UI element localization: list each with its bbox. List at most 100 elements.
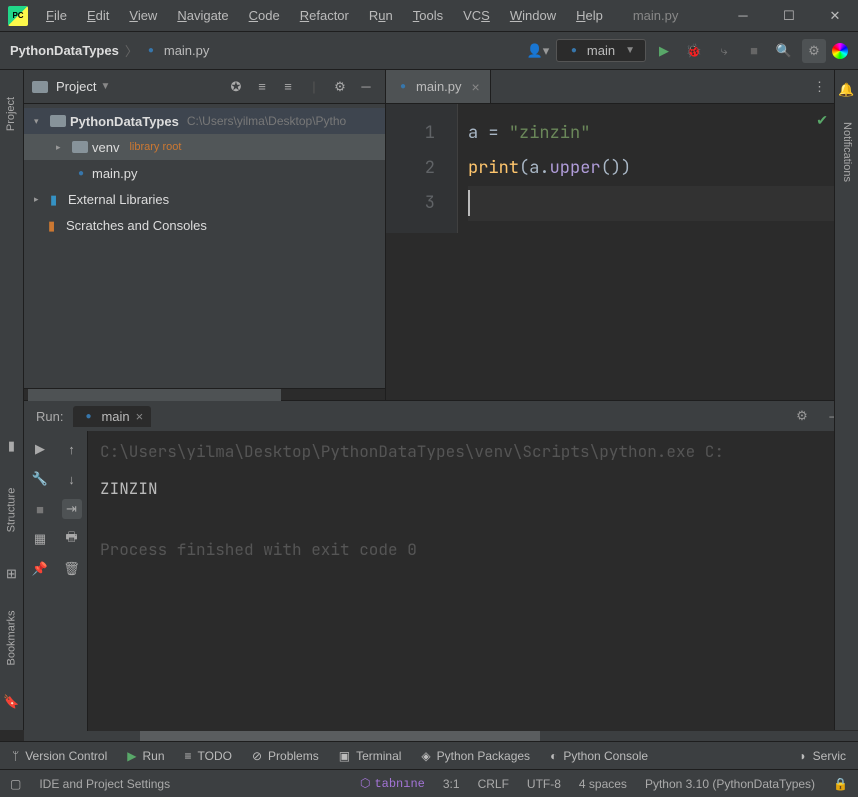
tab-services[interactable]: ◗Servic <box>799 749 846 763</box>
file-encoding[interactable]: UTF-8 <box>527 777 561 791</box>
trash-icon[interactable]: 🗑 <box>62 559 82 579</box>
expand-arrow-icon[interactable]: ▸ <box>34 194 46 205</box>
rerun-button[interactable]: ▶ <box>30 439 50 459</box>
chevron-down-icon[interactable]: ▼ <box>100 81 110 92</box>
python-icon: ◐ <box>550 749 557 763</box>
line-number[interactable]: 2 <box>386 151 435 186</box>
code-body[interactable]: a = "zinzin" print(a.upper()) <box>458 104 834 233</box>
tree-file-main[interactable]: main.py <box>24 160 385 186</box>
expand-arrow-icon[interactable]: ▸ <box>56 142 68 153</box>
soft-wrap-icon[interactable]: ⇥ <box>62 499 82 519</box>
run-button[interactable]: ▶ <box>652 39 676 63</box>
expand-arrow-icon[interactable]: ▾ <box>34 116 46 127</box>
menu-tools[interactable]: Tools <box>403 2 453 29</box>
close-tab-icon[interactable]: × <box>472 79 480 95</box>
tab-version-control[interactable]: ᛘVersion Control <box>12 749 107 763</box>
menu-code[interactable]: Code <box>239 2 290 29</box>
tab-python-console[interactable]: ◐Python Console <box>550 749 648 763</box>
settings-button[interactable]: ⚙ <box>802 39 826 63</box>
run-scrollbar[interactable] <box>24 731 858 741</box>
breadcrumb-file[interactable]: main.py <box>164 43 210 58</box>
scratch-icon <box>48 218 62 232</box>
pane-settings-button[interactable]: ⚙ <box>329 76 351 98</box>
run-settings-button[interactable]: ⚙ <box>790 404 814 428</box>
run-config-selector[interactable]: main ▼ <box>556 39 646 62</box>
tab-run[interactable]: ▶Run <box>127 749 164 763</box>
breadcrumb-project[interactable]: PythonDataTypes <box>10 43 119 58</box>
menu-navigate[interactable]: Navigate <box>167 2 238 29</box>
run-header: Run: main × ⚙ ─ <box>24 401 858 431</box>
code-with-me-icon[interactable] <box>832 43 848 59</box>
menu-view[interactable]: View <box>119 2 167 29</box>
folder-icon <box>72 141 88 153</box>
run-tab[interactable]: main × <box>73 406 151 427</box>
pane-title[interactable]: Project <box>56 79 96 94</box>
play-icon: ▶ <box>127 749 136 763</box>
stop-button[interactable]: ■ <box>742 39 766 63</box>
inspection-ok-icon[interactable]: ✔ <box>816 112 828 130</box>
tree-root[interactable]: ▾ PythonDataTypes C:\Users\yilma\Desktop… <box>24 108 385 134</box>
line-number[interactable]: 1 <box>386 116 435 151</box>
tab-python-packages[interactable]: ◈Python Packages <box>421 749 530 763</box>
hide-pane-button[interactable]: ─ <box>355 76 377 98</box>
notifications-icon[interactable]: 🔔 <box>838 82 854 98</box>
select-opened-file-button[interactable]: ✪ <box>225 76 247 98</box>
line-separator[interactable]: CRLF <box>478 777 509 791</box>
lock-icon[interactable]: 🔒 <box>833 777 848 791</box>
structure-tool-icon[interactable]: ⊞ <box>6 566 17 582</box>
tool-tab-notifications[interactable]: Notifications <box>841 122 853 182</box>
terminal-icon: ▣ <box>339 749 350 763</box>
user-dropdown-icon[interactable]: 👤▾ <box>526 39 550 63</box>
pin-icon[interactable]: 📌 <box>30 559 50 579</box>
python-icon <box>567 44 581 58</box>
close-icon[interactable]: × <box>136 409 144 424</box>
down-arrow-icon[interactable]: ↓ <box>62 469 82 489</box>
up-arrow-icon[interactable]: ↑ <box>62 439 82 459</box>
menu-file[interactable]: File <box>36 2 77 29</box>
menu-window[interactable]: Window <box>500 2 566 29</box>
wrench-icon[interactable]: 🔧 <box>30 469 50 489</box>
collapse-all-button[interactable]: ≡ <box>277 76 299 98</box>
minimize-button[interactable]: ─ <box>720 0 766 32</box>
menu-vcs[interactable]: VCS <box>453 2 500 29</box>
indent-widget[interactable]: 4 spaces <box>579 777 627 791</box>
interpreter-widget[interactable]: Python 3.10 (PythonDataTypes) <box>645 777 815 791</box>
stop-run-button[interactable]: ■ <box>30 499 50 519</box>
close-button[interactable]: ✕ <box>812 0 858 32</box>
print-icon[interactable]: 🖶 <box>62 529 82 549</box>
expand-all-button[interactable]: ≡ <box>251 76 273 98</box>
code-editor[interactable]: ✔ 1 2 3 a = "zinzin" print(a.upper()) <box>386 104 834 233</box>
tool-tab-bookmarks[interactable]: Bookmarks <box>6 610 18 665</box>
tabnine-widget[interactable]: ⬡tabnıne <box>360 776 425 791</box>
editor-tabbar: main.py × ⋮ <box>386 70 834 104</box>
tool-tab-structure[interactable]: Structure <box>6 488 18 533</box>
menu-edit[interactable]: Edit <box>77 2 119 29</box>
cursor-position[interactable]: 3:1 <box>443 777 460 791</box>
tab-problems[interactable]: ⊘Problems <box>252 749 319 763</box>
tool-windows-icon[interactable]: ▢ <box>10 777 21 791</box>
tree-scratches[interactable]: Scratches and Consoles <box>24 212 385 238</box>
bookmarks-tool-icon[interactable]: ▮ <box>8 438 15 454</box>
tab-todo[interactable]: ≡TODO <box>185 749 232 763</box>
debug-button[interactable]: 🐞 <box>682 39 706 63</box>
menu-run[interactable]: Run <box>359 2 403 29</box>
tab-terminal[interactable]: ▣Terminal <box>339 749 402 763</box>
bookmark-icon[interactable]: 🔖 <box>3 694 19 710</box>
menu-refactor[interactable]: Refactor <box>290 2 359 29</box>
divider: | <box>303 76 325 98</box>
tool-tab-project[interactable]: Project <box>6 97 18 131</box>
menu-help[interactable]: Help <box>566 2 613 29</box>
search-everywhere-button[interactable]: 🔍 <box>772 39 796 63</box>
horizontal-scrollbar[interactable] <box>24 388 385 400</box>
layout-icon[interactable]: ▦ <box>30 529 50 549</box>
breadcrumb[interactable]: PythonDataTypes 〉 main.py <box>10 41 209 60</box>
maximize-button[interactable]: ☐ <box>766 0 812 32</box>
coverage-button[interactable]: ⤷ <box>712 39 736 63</box>
editor-menu-icon[interactable]: ⋮ <box>813 79 826 95</box>
editor-tab-main[interactable]: main.py × <box>386 70 491 103</box>
tree-root-name: PythonDataTypes <box>70 114 179 129</box>
tree-venv[interactable]: ▸ venv library root <box>24 134 385 160</box>
run-output[interactable]: C:\Users\yilma\Desktop\PythonDataTypes\v… <box>88 431 834 731</box>
line-number[interactable]: 3 <box>386 186 435 221</box>
tree-external-libs[interactable]: ▸ External Libraries <box>24 186 385 212</box>
